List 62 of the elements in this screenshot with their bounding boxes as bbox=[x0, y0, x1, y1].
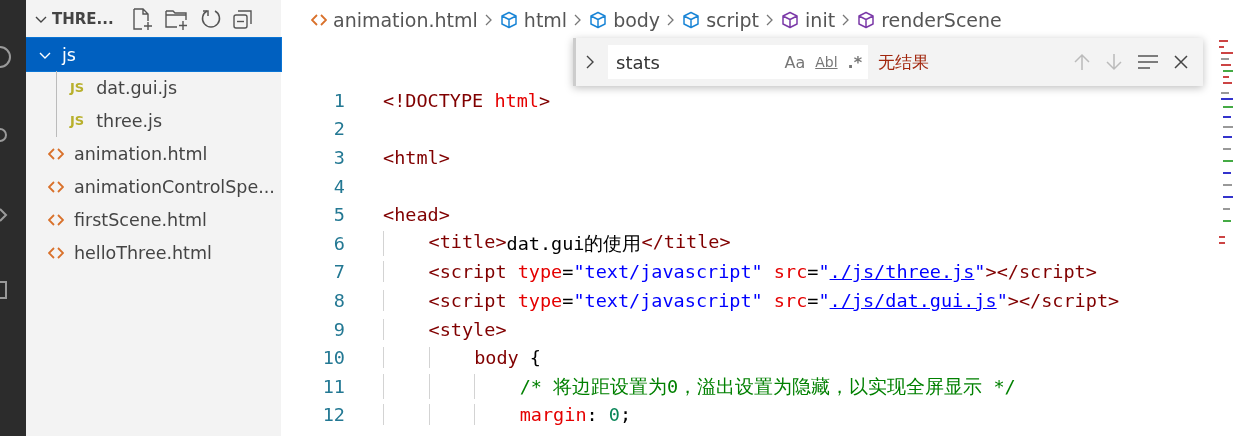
close-icon[interactable] bbox=[1173, 54, 1189, 70]
line-number: 3 bbox=[332, 147, 345, 168]
code-icon bbox=[48, 212, 64, 227]
code-line: <script type="text/javascript" src="./js/dat.gui.js"></script> bbox=[383, 289, 1120, 311]
find-result: 无结果 bbox=[878, 50, 929, 74]
code-icon bbox=[48, 245, 64, 260]
code-line: margin: 0; bbox=[383, 404, 632, 426]
tree-item[interactable]: animation.html bbox=[26, 137, 281, 170]
breadcrumb-item[interactable]: html bbox=[523, 9, 568, 31]
code-line: <title>dat.gui的使用</title> bbox=[383, 230, 731, 256]
breadcrumb-item[interactable]: script bbox=[706, 9, 760, 31]
chevron-icon[interactable] bbox=[584, 54, 596, 70]
refresh-icon[interactable] bbox=[199, 8, 222, 30]
folder-title[interactable]: THRE... bbox=[52, 10, 114, 28]
code-icon bbox=[48, 179, 64, 194]
line-number: 2 bbox=[332, 118, 345, 140]
line-number: 8 bbox=[332, 289, 345, 311]
code-line: <html> bbox=[383, 147, 450, 168]
find-input[interactable]: stats Aa Abl .* bbox=[608, 45, 868, 79]
breadcrumb-item[interactable]: renderScene bbox=[881, 9, 1002, 31]
breadcrumb-item[interactable]: body bbox=[613, 9, 661, 31]
tree-item[interactable]: firstScene.html bbox=[26, 203, 281, 236]
line-number: 12 bbox=[321, 404, 345, 426]
code-line: <head> bbox=[383, 204, 450, 226]
cube-icon bbox=[781, 11, 800, 29]
regex-toggle[interactable]: .* bbox=[847, 52, 862, 72]
line-number: 1 bbox=[332, 89, 345, 111]
tree-item[interactable]: JS dat.gui.js bbox=[26, 71, 281, 104]
match-case-toggle[interactable]: Aa bbox=[784, 52, 806, 72]
separator-icon bbox=[483, 13, 494, 27]
line-number: 4 bbox=[332, 175, 345, 197]
cube-icon bbox=[589, 11, 608, 29]
chevron-icon[interactable] bbox=[0, 207, 8, 223]
line-number: 10 bbox=[321, 347, 345, 369]
collapse-all-icon[interactable] bbox=[231, 8, 254, 30]
breadcrumb-item[interactable]: animation.html bbox=[333, 9, 478, 31]
code-line: <style> bbox=[383, 318, 507, 340]
tree-item[interactable]: animationControlSpe... bbox=[26, 170, 281, 203]
file-link[interactable]: ./js/three.js bbox=[829, 261, 975, 283]
line-number: 5 bbox=[332, 204, 345, 226]
code-line: <script type="text/javascript" src="./js/three.js"></script> bbox=[383, 261, 1097, 283]
lines-icon[interactable] bbox=[1137, 54, 1159, 70]
cube-icon bbox=[682, 11, 701, 29]
file-link[interactable]: ./js/dat.gui.js bbox=[829, 289, 997, 311]
tree-item[interactable]: js bbox=[26, 38, 281, 71]
line-number: 11 bbox=[321, 375, 345, 397]
tree-item[interactable]: JS three.js bbox=[26, 104, 281, 137]
line-number: 6 bbox=[332, 232, 345, 254]
cube-icon bbox=[857, 11, 876, 29]
whole-word-toggle[interactable]: Abl bbox=[815, 54, 838, 70]
tree-item[interactable]: helloThree.html bbox=[26, 236, 281, 269]
new-file-icon[interactable] bbox=[131, 7, 154, 31]
line-number: 9 bbox=[332, 318, 345, 340]
breadcrumb-item[interactable]: init bbox=[805, 9, 836, 31]
code-icon bbox=[311, 13, 327, 27]
cube-icon bbox=[499, 11, 518, 29]
code-line: /* 将边距设置为0，溢出设置为隐藏，以实现全屏显示 */ bbox=[383, 373, 1016, 399]
code-line: <!DOCTYPE html> bbox=[383, 89, 551, 111]
code-line: body { bbox=[383, 347, 541, 369]
line-number: 7 bbox=[332, 261, 345, 283]
code-icon bbox=[48, 146, 64, 161]
new-folder-icon[interactable] bbox=[163, 7, 190, 31]
